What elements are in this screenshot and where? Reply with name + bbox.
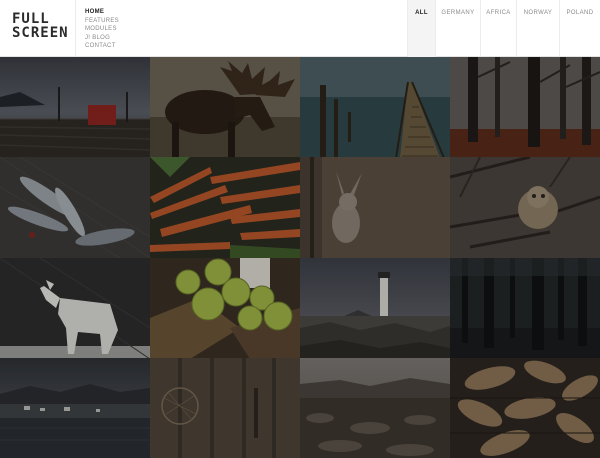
gallery-tile-coastal-village[interactable] — [0, 357, 150, 458]
site-logo[interactable]: FULL SCREEN — [12, 11, 69, 42]
filter-germany[interactable]: GERMANY — [435, 0, 480, 57]
gallery-tile-rabbit[interactable] — [300, 157, 450, 258]
site-header: FULL SCREEN HOME FEATURES MODULES J! BLO… — [0, 0, 600, 57]
owl-image — [450, 157, 600, 258]
gallery-tile-fish[interactable] — [0, 157, 150, 258]
portfolio-filters: ALL GERMANY AFRICA NORWAY POLAND — [407, 0, 600, 57]
gallery-tile-wooden-fence[interactable] — [150, 357, 300, 458]
gallery-tile-autumn-forest[interactable] — [450, 57, 600, 158]
apples-image — [150, 257, 300, 358]
logo-divider — [75, 0, 76, 57]
photo-gallery — [0, 57, 600, 458]
nav-item-features[interactable]: FEATURES — [85, 17, 119, 26]
gallery-tile-dark-forest[interactable] — [450, 257, 600, 358]
coastal-village-image — [0, 357, 150, 458]
autumn-forest-image — [450, 57, 600, 158]
gallery-tile-harbor[interactable] — [0, 57, 150, 158]
filter-poland[interactable]: POLAND — [559, 0, 600, 57]
wolf-image — [0, 257, 150, 358]
dark-forest-image — [450, 257, 600, 358]
gallery-tile-rocky-beach[interactable] — [300, 357, 450, 458]
gallery-tile-moose[interactable] — [150, 57, 300, 158]
logo-line-2: SCREEN — [12, 25, 69, 41]
gallery-tile-owl[interactable] — [450, 157, 600, 258]
wooden-fence-image — [150, 357, 300, 458]
gallery-tile-wolf[interactable] — [0, 257, 150, 358]
filter-africa[interactable]: AFRICA — [480, 0, 516, 57]
nav-item-modules[interactable]: MODULES — [85, 25, 119, 34]
nav-item-contact[interactable]: CONTACT — [85, 42, 119, 51]
harbor-image — [0, 57, 150, 158]
gallery-tile-lighthouse[interactable] — [300, 257, 450, 358]
carrots-image — [150, 157, 300, 258]
dried-fish-image — [450, 357, 600, 458]
gallery-tile-boardwalk[interactable] — [300, 57, 450, 158]
boardwalk-image — [300, 57, 450, 158]
gallery-tile-carrots[interactable] — [150, 157, 300, 258]
logo-line-1: FULL — [12, 11, 50, 27]
gallery-tile-dried-fish[interactable] — [450, 357, 600, 458]
main-navigation: HOME FEATURES MODULES J! BLOG CONTACT — [85, 8, 119, 51]
filter-all[interactable]: ALL — [407, 0, 435, 57]
filter-norway[interactable]: NORWAY — [516, 0, 559, 57]
gallery-tile-apples[interactable] — [150, 257, 300, 358]
nav-item-home[interactable]: HOME — [85, 8, 119, 17]
rocky-beach-image — [300, 357, 450, 458]
nav-item-blog[interactable]: J! BLOG — [85, 34, 119, 43]
lighthouse-image — [300, 257, 450, 358]
moose-image — [150, 57, 300, 158]
fish-image — [0, 157, 150, 258]
rabbit-image — [300, 157, 450, 258]
